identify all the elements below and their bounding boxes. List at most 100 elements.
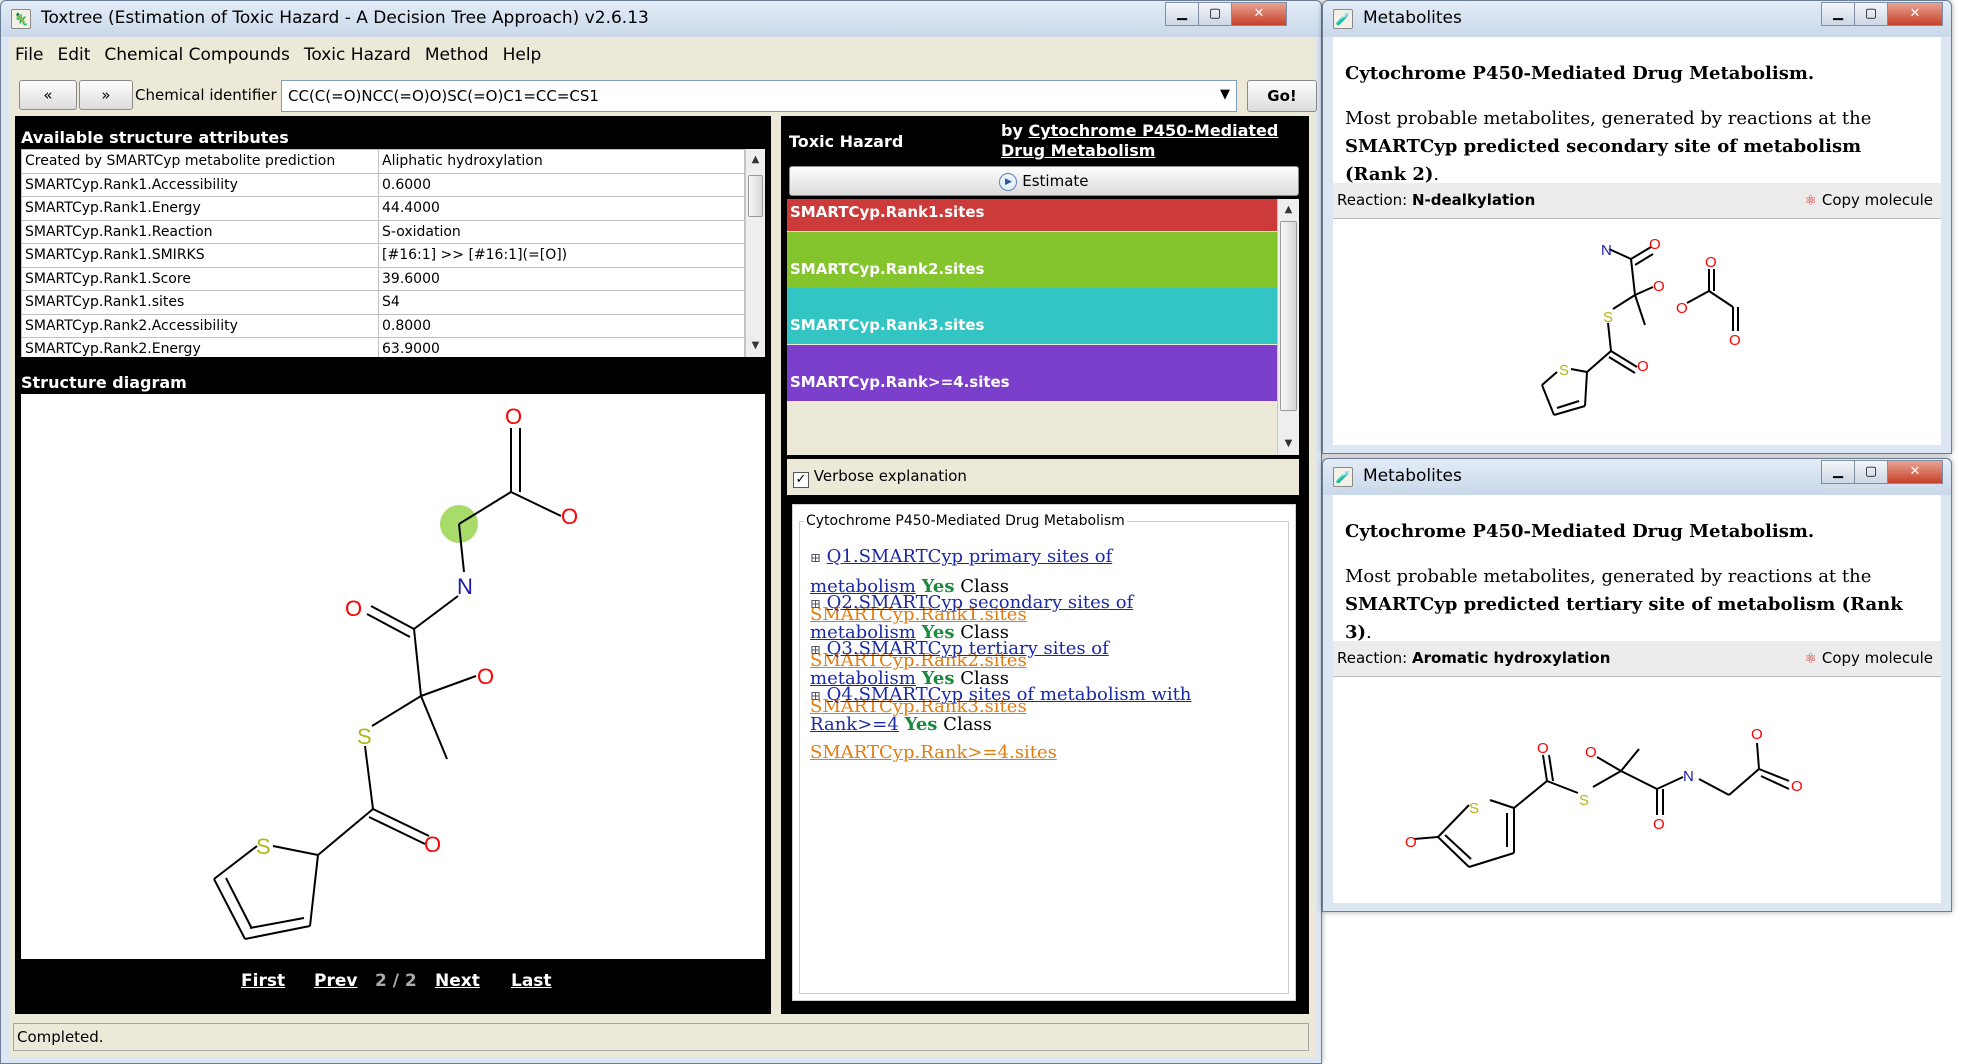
question-link[interactable]: Q3.SMARTCyp tertiary sites of (827, 638, 1109, 659)
pager-last-link[interactable]: Last (511, 971, 552, 991)
question-item: ⊞ Q4.SMARTCyp sites of metabolism with Ra… (810, 681, 1230, 767)
copy-molecule-button[interactable]: ⚛ Copy molecule (1805, 191, 1934, 209)
metabolites-title-bar[interactable]: 🧪 Metabolites ▁ ▢ ✕ (1323, 1, 1951, 37)
copy-molecule-button[interactable]: ⚛ Copy molecule (1805, 649, 1934, 667)
hazard-class-bar[interactable]: SMARTCyp.Rank>=4.sites (787, 344, 1277, 401)
atom-oxygen: O (424, 832, 441, 857)
attribute-row[interactable]: SMARTCyp.Rank2.Energy 63.9000 (21, 337, 745, 357)
estimate-button[interactable]: ▶ Estimate (789, 166, 1299, 196)
attribute-value[interactable]: [#16:1] >> [#16:1](=[O]) (378, 243, 745, 268)
attribute-value[interactable]: 39.6000 (378, 266, 745, 291)
close-button[interactable]: ✕ (1887, 2, 1943, 26)
scroll-down-icon[interactable]: ▼ (746, 337, 765, 355)
verbose-label: Verbose explanation (813, 467, 967, 485)
hazard-scrollbar[interactable]: ▲ ▼ (1277, 199, 1299, 455)
pager-next-link[interactable]: Next (435, 971, 480, 991)
scroll-up-icon[interactable]: ▲ (746, 151, 765, 169)
attribute-row[interactable]: SMARTCyp.Rank1.Energy 44.4000 (21, 196, 745, 221)
question-link[interactable]: Q1.SMARTCyp primary sites of (827, 546, 1113, 567)
metabolites-title-bar[interactable]: 🧪 Metabolites ▁ ▢ ✕ (1323, 459, 1951, 495)
atom-oxygen: O (345, 596, 362, 621)
attributes-scrollbar[interactable]: ▲ ▼ (745, 149, 765, 357)
attribute-value[interactable]: 63.9000 (378, 337, 745, 357)
question-link[interactable]: Q4.SMARTCyp sites of metabolism with (827, 684, 1192, 705)
maximize-button[interactable]: ▢ (1198, 2, 1232, 26)
attribute-row[interactable]: SMARTCyp.Rank1.SMIRKS [#16:1] >> [#16:1](… (21, 243, 745, 268)
method-caption: by Cytochrome P450-Mediated Drug Metabol… (1001, 121, 1301, 161)
metabolite-molecule-drawing: N O O S O S O O O (1541, 236, 1741, 416)
attribute-name[interactable]: SMARTCyp.Rank1.SMIRKS (21, 243, 379, 268)
hazard-class-bar[interactable]: SMARTCyp.Rank3.sites (787, 288, 1277, 344)
method-by: by (1001, 121, 1023, 140)
attribute-value[interactable]: S-oxidation (378, 219, 745, 244)
next-record-button[interactable]: » (79, 80, 133, 110)
dropdown-arrow-icon[interactable]: ▼ (1220, 87, 1230, 102)
close-button[interactable]: ✕ (1231, 2, 1287, 26)
pager-first-link[interactable]: First (241, 971, 285, 991)
hazard-class-bar[interactable]: SMARTCyp.Rank1.sites (787, 199, 1277, 231)
attribute-name[interactable]: SMARTCyp.Rank1.Energy (21, 196, 379, 221)
close-button[interactable]: ✕ (1887, 460, 1943, 484)
attribute-value[interactable]: 44.4000 (378, 196, 745, 221)
menu-chemical-compounds[interactable]: Chemical Compounds (104, 45, 290, 65)
play-icon: ▶ (999, 172, 1018, 191)
main-title-bar[interactable]: 🦎 Toxtree (Estimation of Toxic Hazard - … (1, 1, 1321, 37)
maximize-button[interactable]: ▢ (1854, 2, 1888, 26)
app-icon: 🧪 (1333, 467, 1353, 487)
menu-file[interactable]: File (15, 45, 43, 65)
menu-edit[interactable]: Edit (57, 45, 90, 65)
tree-node-icon: ⊞ (810, 643, 821, 658)
metabolite-diagram: O S O S O O N O O (1333, 677, 1941, 903)
menu-bar: File Edit Chemical Compounds Toxic Hazar… (15, 45, 541, 65)
minimize-button[interactable]: ▁ (1821, 460, 1855, 484)
attribute-row[interactable]: Created by SMARTCyp metabolite predictio… (21, 149, 745, 174)
attribute-name[interactable]: SMARTCyp.Rank1.Score (21, 266, 379, 291)
attribute-name[interactable]: SMARTCyp.Rank2.Accessibility (21, 313, 379, 338)
menu-method[interactable]: Method (425, 45, 489, 65)
attribute-name[interactable]: Created by SMARTCyp metabolite predictio… (21, 149, 379, 174)
scroll-up-icon[interactable]: ▲ (1278, 201, 1299, 219)
attribute-name[interactable]: SMARTCyp.Rank1.sites (21, 290, 379, 315)
class-link[interactable]: SMARTCyp.Rank>=4.sites (810, 742, 1057, 763)
attribute-row[interactable]: SMARTCyp.Rank1.Reaction S-oxidation (21, 219, 745, 244)
molecule-icon: ⚛ (1804, 651, 1818, 667)
method-link[interactable]: Cytochrome P450-Mediated Drug Metabolism (1001, 121, 1278, 160)
attribute-name[interactable]: SMARTCyp.Rank1.Reaction (21, 219, 379, 244)
maximize-button[interactable]: ▢ (1854, 460, 1888, 484)
structure-diagram: O O N O O S O S (21, 394, 765, 959)
go-button[interactable]: Go! (1247, 80, 1317, 112)
class-word: Class (943, 714, 992, 735)
identifier-input[interactable]: CC(C(=O)NCC(=O)O)SC(=O)C1=CC=CS1 ▼ (281, 80, 1237, 112)
question-link[interactable]: Rank>=4 (810, 714, 899, 735)
attribute-row[interactable]: SMARTCyp.Rank1.Accessibility 0.6000 (21, 172, 745, 197)
attribute-value[interactable]: Aliphatic hydroxylation (378, 149, 745, 174)
metabolites-client: Cytochrome P450-Mediated Drug Metabolism… (1333, 495, 1941, 903)
scroll-thumb[interactable] (1280, 221, 1297, 411)
previous-record-button[interactable]: « (19, 80, 77, 110)
copy-molecule-label: Copy molecule (1821, 191, 1933, 209)
attribute-row[interactable]: SMARTCyp.Rank1.sites S4 (21, 290, 745, 315)
question-link[interactable]: Q2.SMARTCyp secondary sites of (827, 592, 1134, 613)
minimize-button[interactable]: ▁ (1821, 2, 1855, 26)
verbose-checkbox[interactable]: ✓ (793, 472, 809, 488)
pager-prev-link[interactable]: Prev (314, 971, 357, 991)
attribute-name[interactable]: SMARTCyp.Rank2.Energy (21, 337, 379, 357)
scroll-down-icon[interactable]: ▼ (1278, 435, 1299, 453)
attribute-value[interactable]: 0.6000 (378, 172, 745, 197)
attribute-value[interactable]: 0.8000 (378, 313, 745, 338)
minimize-button[interactable]: ▁ (1165, 2, 1199, 26)
menu-help[interactable]: Help (503, 45, 542, 65)
hazard-class-list: SMARTCyp.Rank1.sites SMARTCyp.Rank2.sites… (787, 199, 1299, 455)
attribute-value[interactable]: S4 (378, 290, 745, 315)
attribute-row[interactable]: SMARTCyp.Rank1.Score 39.6000 (21, 266, 745, 291)
structure-header: Structure diagram (21, 373, 187, 392)
atom-oxygen: O (1649, 236, 1661, 253)
attribute-row[interactable]: SMARTCyp.Rank2.Accessibility 0.8000 (21, 313, 745, 338)
scroll-thumb[interactable] (748, 175, 763, 217)
atom-sulfur: S (256, 834, 271, 859)
metabolites-header: Cytochrome P450-Mediated Drug Metabolism… (1333, 37, 1941, 185)
atom-nitrogen: N (1683, 768, 1694, 785)
hazard-class-bar[interactable]: SMARTCyp.Rank2.sites (787, 231, 1277, 288)
menu-toxic-hazard[interactable]: Toxic Hazard (304, 45, 411, 65)
attribute-name[interactable]: SMARTCyp.Rank1.Accessibility (21, 172, 379, 197)
